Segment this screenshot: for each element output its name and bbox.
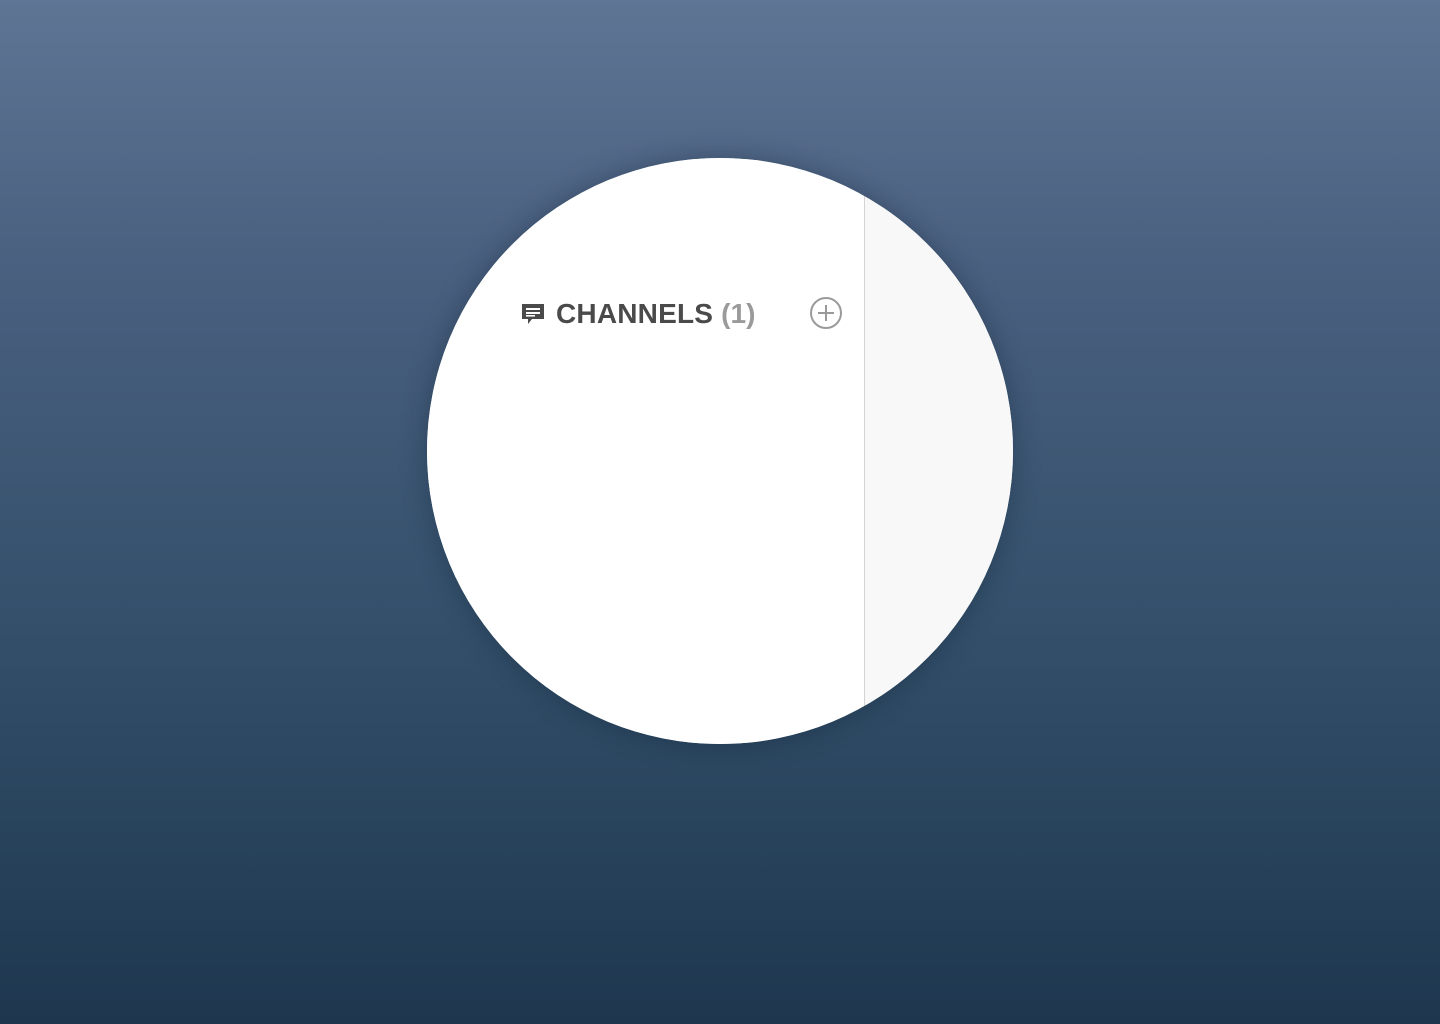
channels-title: CHANNELS <box>556 298 714 329</box>
zoom-lens: CHANNELS (1) <box>427 158 1013 744</box>
add-channel-button[interactable] <box>809 296 843 335</box>
sidebar: CHANNELS (1) <box>427 158 865 744</box>
main-content-pane <box>865 158 1013 744</box>
chat-bubble-icon <box>520 301 546 327</box>
channels-count: (1) <box>721 298 756 329</box>
plus-circle-icon <box>809 296 843 335</box>
channels-header[interactable]: CHANNELS (1) <box>520 296 755 332</box>
